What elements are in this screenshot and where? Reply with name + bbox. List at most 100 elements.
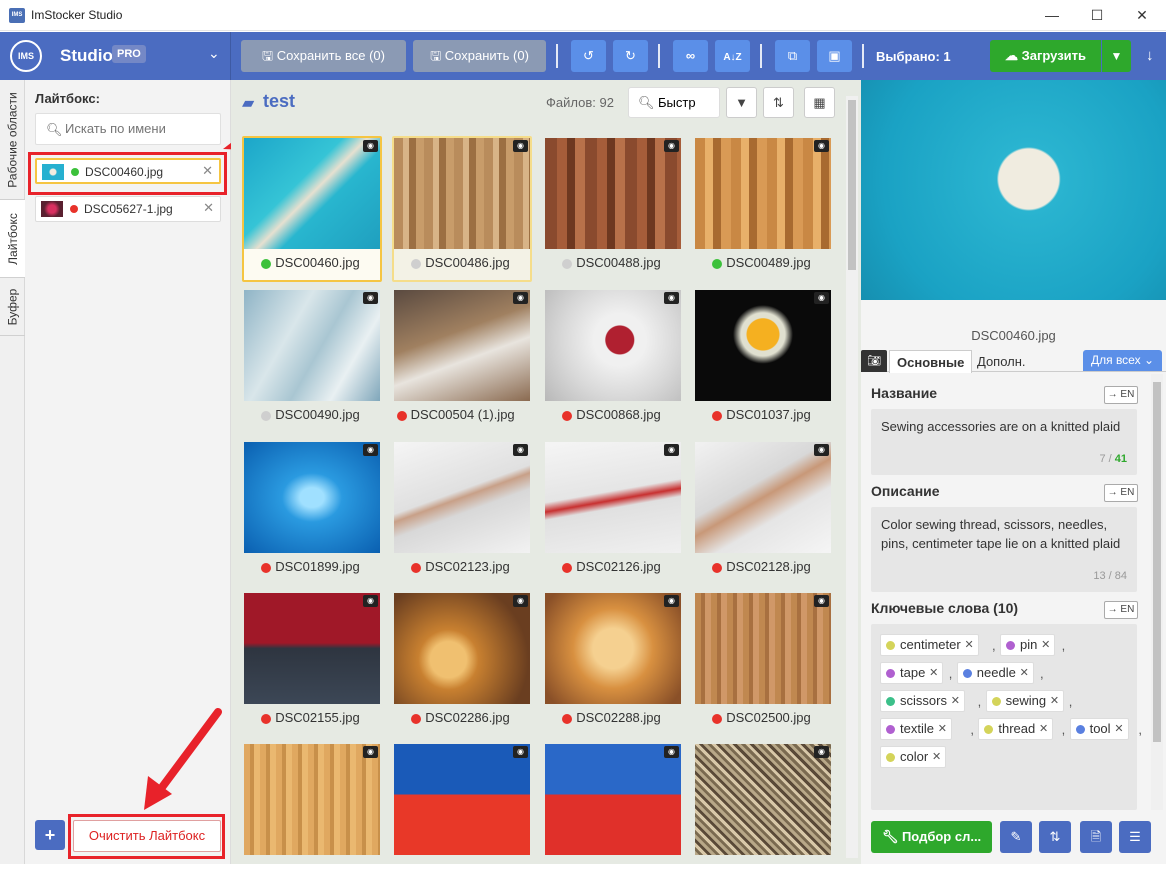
status-dot xyxy=(261,714,272,724)
thumbnail-tile[interactable]: ◉ DSC00490.jpg xyxy=(242,288,382,434)
maximize-button[interactable]: ☐ xyxy=(1074,0,1120,31)
keyword-chip[interactable]: thread ✕ xyxy=(978,718,1054,740)
lightbox-item[interactable]: DSC05627-1.jpg ✕ xyxy=(35,196,221,222)
translate-en-button[interactable]: → EN xyxy=(1104,484,1138,502)
sort-az-button[interactable]: A↓Z xyxy=(715,40,750,72)
keyword-chip[interactable]: textile ✕ xyxy=(880,718,952,740)
remove-keyword-icon[interactable]: ✕ xyxy=(929,663,938,683)
tab-workspaces[interactable]: Рабочие области xyxy=(0,80,25,200)
camera-icon: ◉ xyxy=(664,444,679,456)
thumbnail-tile[interactable]: ◉ DSC00868.jpg xyxy=(543,288,683,434)
thumbnail-tile[interactable]: ◉ xyxy=(242,742,382,888)
remove-keyword-icon[interactable]: ✕ xyxy=(964,635,973,655)
description-field[interactable]: Color sewing thread, scissors, needles, … xyxy=(871,507,1137,592)
keyword-text: centimeter xyxy=(900,637,961,652)
tab-buffer[interactable]: Буфер xyxy=(0,278,25,336)
thumbnail-tile[interactable]: ◉ DSC02155.jpg xyxy=(242,591,382,737)
remove-keyword-icon[interactable]: ✕ xyxy=(951,691,960,711)
filter-icon: ▼ xyxy=(735,95,748,110)
description-counter: 13 / 84 xyxy=(1093,570,1127,582)
view-mode-button[interactable]: ▦ xyxy=(804,87,835,118)
thumbnail-tile[interactable]: ◉ xyxy=(392,742,532,888)
minimize-button[interactable]: — xyxy=(1029,0,1075,31)
keyword-chip[interactable]: color ✕ xyxy=(880,746,947,768)
for-all-dropdown[interactable]: Для всех ⌄ xyxy=(1082,350,1162,371)
thumbnail-tile[interactable]: ◉ DSC02126.jpg xyxy=(543,440,683,586)
thumbnail-tile[interactable]: ◉ DSC02500.jpg xyxy=(693,591,833,737)
translate-en-button[interactable]: → EN xyxy=(1104,386,1138,404)
thumbnail-tile[interactable]: ◉ DSC01037.jpg xyxy=(693,288,833,434)
thumbnail-tile[interactable]: ◉ DSC00504 (1).jpg xyxy=(392,288,532,434)
remove-icon[interactable]: ✕ xyxy=(203,200,214,216)
remove-keyword-icon[interactable]: ✕ xyxy=(938,719,947,739)
scrollbar-thumb[interactable] xyxy=(848,100,856,270)
keyword-chip[interactable]: sewing ✕ xyxy=(985,690,1065,712)
remove-keyword-icon[interactable]: ✕ xyxy=(1039,719,1048,739)
thumbnail-tile[interactable]: ◉ DSC02288.jpg xyxy=(543,591,683,737)
add-to-lightbox-button[interactable]: + xyxy=(35,820,65,850)
copy-button[interactable]: ⧉ xyxy=(775,40,810,72)
menu-button[interactable]: ☰ xyxy=(1119,821,1151,853)
paste-button[interactable]: ▣ xyxy=(817,40,852,72)
word-export-button[interactable]: 🗎 xyxy=(1080,821,1112,853)
thumbnail-tile[interactable]: ◉ DSC00486.jpg xyxy=(392,136,532,282)
status-dot xyxy=(411,259,422,269)
tab-extra[interactable]: Дополн. xyxy=(977,354,1026,369)
thumbnail-tile[interactable]: ◉ DSC02123.jpg xyxy=(392,440,532,586)
grid-scrollbar[interactable] xyxy=(846,96,858,858)
title-max: 41 xyxy=(1114,453,1127,465)
thumbnail-caption: DSC00489.jpg xyxy=(726,255,811,270)
thumbnail-tile[interactable]: ◉ xyxy=(543,742,683,888)
thumbnail-tile[interactable]: ◉ DSC01899.jpg xyxy=(242,440,382,586)
close-window-button[interactable]: ✕ xyxy=(1119,0,1165,31)
upload-options-button[interactable]: ▼ xyxy=(1102,40,1131,72)
pencil-icon: ✎ xyxy=(1010,829,1022,844)
keyword-chip[interactable]: needle ✕ xyxy=(956,662,1034,684)
thumbnail-tile[interactable]: ◉ xyxy=(693,742,833,888)
save-button[interactable]: 🖫 Сохранить (0) xyxy=(413,40,546,72)
camera-icon[interactable]: 📷︎ xyxy=(861,350,887,372)
description-label: Описание xyxy=(871,483,940,499)
remove-keyword-icon[interactable]: ✕ xyxy=(1020,663,1029,683)
studio-label: Studio xyxy=(60,46,113,65)
sort-keywords-button[interactable]: ⇅ xyxy=(1039,821,1071,853)
upload-button[interactable]: ☁ Загрузить xyxy=(990,40,1101,72)
thumbnail-tile[interactable]: ◉ DSC00460.jpg xyxy=(242,136,382,282)
keyword-chip[interactable]: tool ✕ xyxy=(1069,718,1129,740)
title-field[interactable]: Sewing accessories are on a knitted plai… xyxy=(871,409,1137,475)
detail-scrollbar[interactable] xyxy=(1151,374,1163,810)
studio-switcher[interactable]: IMS Studio PRO ⌄ xyxy=(0,32,231,80)
remove-keyword-icon[interactable]: ✕ xyxy=(932,747,941,767)
remove-keyword-icon[interactable]: ✕ xyxy=(1050,691,1059,711)
redo-icon: ↻ xyxy=(625,48,636,63)
thumbnail-tile[interactable]: ◉ DSC02128.jpg xyxy=(693,440,833,586)
tab-lightbox[interactable]: Лайтбокс xyxy=(0,200,25,278)
tab-main[interactable]: Основные xyxy=(889,350,973,373)
translate-en-button[interactable]: → EN xyxy=(1104,601,1138,619)
undo-button[interactable]: ↺ xyxy=(571,40,606,72)
remove-keyword-icon[interactable]: ✕ xyxy=(1114,719,1123,739)
keyword-chip[interactable]: centimeter ✕ xyxy=(880,634,979,656)
keyword-chip[interactable]: tape ✕ xyxy=(880,662,944,684)
remove-keyword-icon[interactable]: ✕ xyxy=(1041,635,1050,655)
binoculars-button[interactable]: ∞ xyxy=(673,40,708,72)
keyword-chip[interactable]: scissors ✕ xyxy=(880,690,965,712)
thumbnail-tile[interactable]: ◉ DSC00489.jpg xyxy=(693,136,833,282)
quick-search[interactable]: 🔍︎ xyxy=(628,87,720,118)
edit-button[interactable]: ✎ xyxy=(1000,821,1032,853)
lightbox-search-input[interactable] xyxy=(65,121,215,136)
arrow-down-icon[interactable]: ↓ xyxy=(1146,47,1154,64)
keyword-chip[interactable]: pin ✕ xyxy=(1000,634,1056,656)
thumbnail-tile[interactable]: ◉ DSC02286.jpg xyxy=(392,591,532,737)
thumbnail-tile[interactable]: ◉ DSC00488.jpg xyxy=(543,136,683,282)
keyword-separator: , xyxy=(970,722,975,737)
keywords-field[interactable]: centimeter ✕, pin ✕, tape ✕, needle ✕, scissors ✕… xyxy=(871,624,1142,810)
quick-search-input[interactable] xyxy=(658,95,716,110)
save-all-button[interactable]: 🖫 Сохранить все (0) xyxy=(241,40,406,72)
keyword-pick-button[interactable]: 🔧︎ Подбор сл... xyxy=(871,821,992,853)
sort-button[interactable]: ⇅ xyxy=(763,87,794,118)
filter-button[interactable]: ▼ xyxy=(726,87,757,118)
redo-button[interactable]: ↻ xyxy=(613,40,648,72)
scrollbar-thumb[interactable] xyxy=(1153,382,1161,742)
lightbox-search[interactable]: 🔍︎ xyxy=(35,113,221,145)
